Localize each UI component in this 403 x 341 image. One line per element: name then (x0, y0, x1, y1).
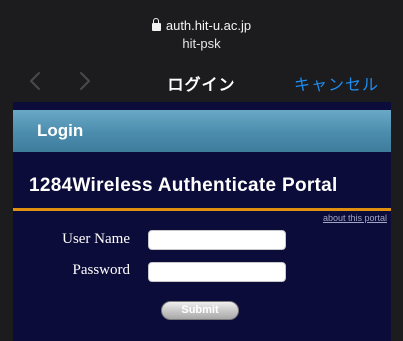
url-host: auth.hit-u.ac.jp (165, 18, 252, 33)
url-host-line[interactable]: auth.hit-u.ac.jp (0, 18, 403, 33)
login-page: Login 1284Wireless Authenticate Portal a… (13, 102, 391, 341)
url-bar[interactable]: auth.hit-u.ac.jp hit-psk (0, 0, 403, 60)
password-label: Password (72, 262, 130, 278)
login-header-title: Login (37, 121, 84, 140)
lock-icon (151, 18, 161, 31)
network-name: hit-psk (182, 36, 221, 51)
username-field[interactable] (148, 230, 286, 250)
about-portal-link[interactable]: about this portal (323, 213, 387, 223)
browser-window: auth.hit-u.ac.jp hit-psk ログイン キャンセル Logi… (0, 0, 403, 341)
cancel-button[interactable]: キャンセル (294, 71, 379, 95)
divider (13, 208, 391, 211)
navigation-bar: ログイン キャンセル (0, 60, 403, 102)
password-field[interactable] (148, 262, 286, 282)
username-label: User Name (62, 231, 130, 247)
submit-button[interactable]: Submit (161, 301, 239, 320)
portal-title: 1284Wireless Authenticate Portal (29, 175, 338, 196)
login-header-bar: Login (13, 110, 391, 152)
